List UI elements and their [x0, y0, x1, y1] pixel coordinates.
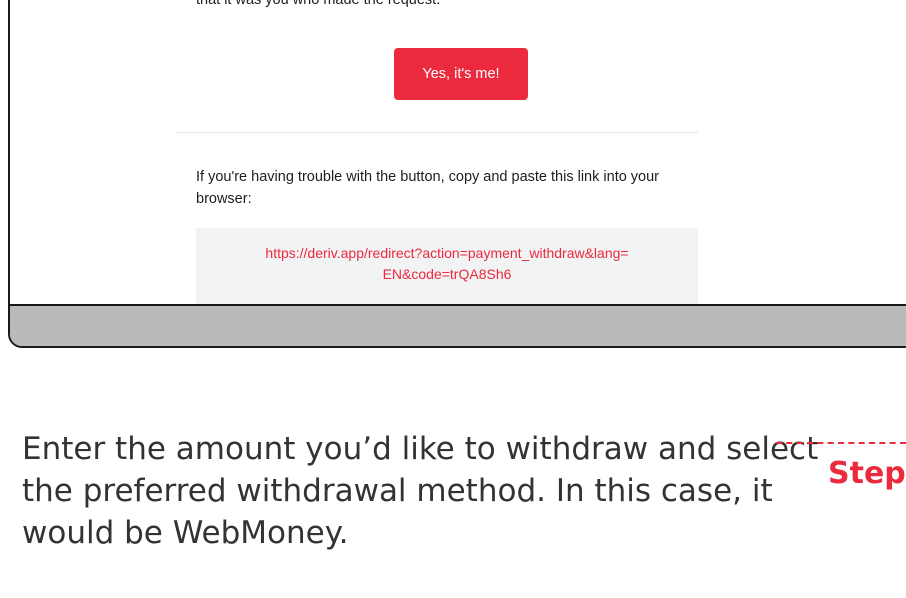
redirect-link-box: https://deriv.app/redirect?action=paymen…: [196, 228, 698, 304]
confirm-button[interactable]: Yes, it's me!: [394, 48, 528, 100]
step-connector-line: [776, 442, 906, 444]
trouble-text: If you're having trouble with the button…: [196, 169, 660, 207]
laptop-base-bar: [10, 304, 906, 346]
step-caption: Enter the amount you’d like to withdraw …: [22, 431, 819, 551]
step-label: Step: [828, 456, 906, 491]
tutorial-page: that it was you who made the request. Ye…: [0, 0, 906, 598]
screenshot-frame: that it was you who made the request. Ye…: [8, 0, 906, 348]
email-divider: [176, 132, 698, 133]
redirect-link-line2[interactable]: EN&code=trQA8Sh6: [196, 264, 698, 285]
redirect-link-line1[interactable]: https://deriv.app/redirect?action=paymen…: [196, 243, 698, 264]
email-intro-text: that it was you who made the request.: [196, 0, 441, 8]
